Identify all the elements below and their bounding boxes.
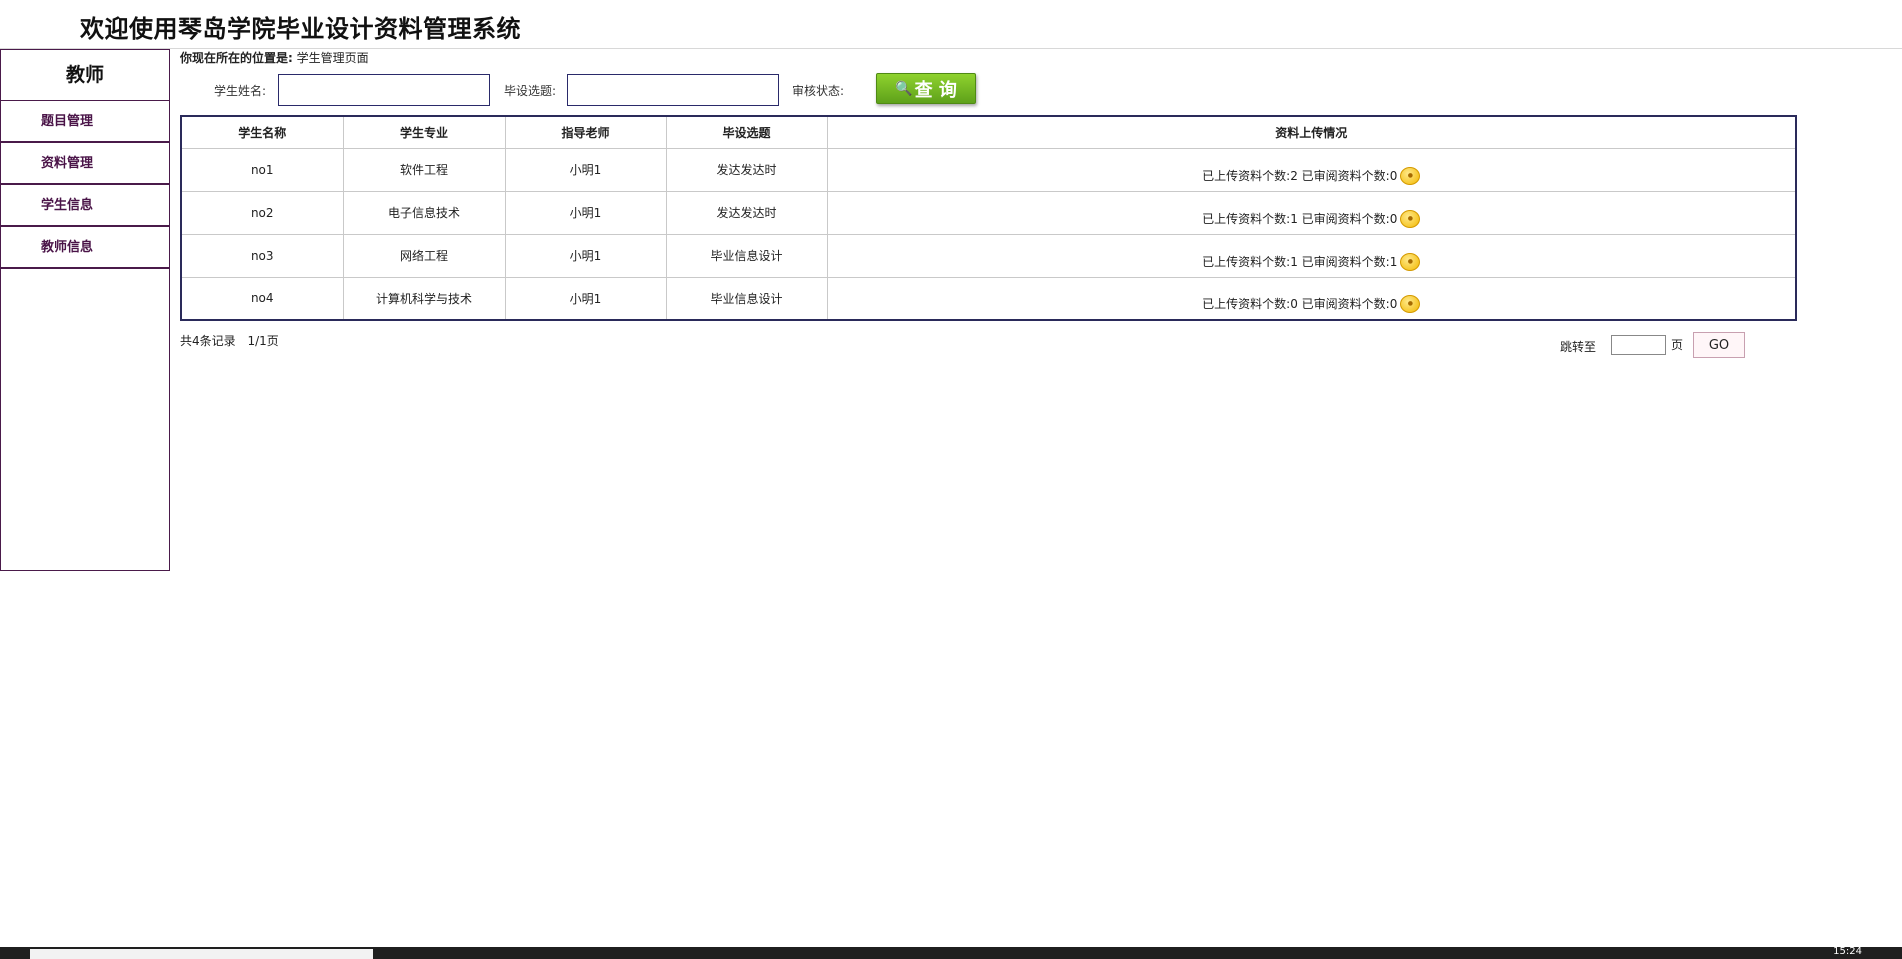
jump-page-input[interactable] — [1611, 335, 1666, 355]
page-unit-label: 页 — [1671, 338, 1684, 352]
upload-status-text: 已上传资料个数:1 已审阅资料个数:0 — [1202, 211, 1398, 226]
taskbar-clock: 15:24 — [1833, 946, 1862, 957]
coin-icon[interactable]: ● — [1400, 209, 1421, 228]
cell-student-major: 网络工程 — [342, 233, 506, 278]
jump-label: 跳转至 — [1560, 340, 1597, 354]
cell-teacher: 小明1 — [504, 147, 667, 192]
cell-upload-status: 已上传资料个数:1 已审阅资料个数:1 ● — [826, 233, 1797, 278]
upload-status-text: 已上传资料个数:0 已审阅资料个数:0 — [1202, 297, 1398, 311]
cell-student-name: no4 — [180, 276, 344, 321]
upload-status-text: 已上传资料个数:2 已审阅资料个数:0 — [1202, 168, 1398, 183]
table-row: no1 软件工程 小明1 发达发达时 已上传资料个数:2 已审阅资料个数:0 ● — [180, 147, 1797, 192]
col-header-topic: 毕设选题 — [665, 115, 828, 149]
cell-topic: 发达发达时 — [665, 190, 828, 235]
col-header-upload-status: 资料上传情况 — [826, 115, 1797, 149]
upload-status-text: 已上传资料个数:1 已审阅资料个数:1 — [1202, 254, 1398, 269]
table-header-row: 学生名称 学生专业 指导老师 毕设选题 资料上传情况 — [180, 115, 1797, 149]
cell-teacher: 小明1 — [504, 276, 667, 321]
student-name-label: 学生姓名: — [214, 84, 267, 98]
page-indicator: 1/1页 — [247, 334, 279, 348]
cell-teacher: 小明1 — [504, 190, 667, 235]
sidebar-item-material-management[interactable]: 资料管理 — [1, 143, 169, 185]
col-header-student-name: 学生名称 — [180, 115, 344, 149]
topic-label: 毕设选题: — [504, 84, 557, 98]
cell-upload-status: 已上传资料个数:2 已审阅资料个数:0 ● — [826, 147, 1797, 192]
query-button[interactable]: 🔍 查 询 — [876, 73, 976, 104]
go-button[interactable]: GO — [1693, 332, 1745, 358]
cell-topic: 毕业信息设计 — [665, 276, 828, 321]
cell-student-major: 计算机科学与技术 — [342, 276, 506, 321]
sidebar: 教师 题目管理 资料管理 学生信息 教师信息 — [0, 49, 170, 571]
col-header-teacher: 指导老师 — [504, 115, 667, 149]
col-header-student-major: 学生专业 — [342, 115, 506, 149]
cell-upload-status: 已上传资料个数:1 已审阅资料个数:0 ● — [826, 190, 1797, 235]
page-title: 欢迎使用琴岛学院毕业设计资料管理系统 — [80, 15, 521, 43]
sidebar-item-topic-management[interactable]: 题目管理 — [1, 101, 169, 143]
coin-icon[interactable]: ● — [1400, 252, 1421, 271]
magnifier-icon: 🔍 — [895, 80, 913, 97]
pager-info: 共4条记录 1/1页 — [180, 332, 287, 349]
coin-icon[interactable]: ● — [1400, 295, 1421, 313]
app-header: 欢迎使用琴岛学院毕业设计资料管理系统 — [0, 0, 1902, 49]
sidebar-heading: 教师 — [1, 50, 169, 101]
student-table: 学生名称 学生专业 指导老师 毕设选题 资料上传情况 no1 软件工程 小明1 … — [180, 115, 1797, 321]
cell-upload-status: 已上传资料个数:0 已审阅资料个数:0 ● — [826, 276, 1797, 321]
table-row: no3 网络工程 小明1 毕业信息设计 已上传资料个数:1 已审阅资料个数:1 ● — [180, 233, 1797, 278]
cell-student-name: no1 — [180, 147, 344, 192]
cell-student-major: 软件工程 — [342, 147, 506, 192]
student-name-input[interactable] — [278, 74, 490, 106]
cell-topic: 发达发达时 — [665, 147, 828, 192]
taskbar-search-box[interactable] — [30, 949, 373, 959]
cell-topic: 毕业信息设计 — [665, 233, 828, 278]
sidebar-item-student-info[interactable]: 学生信息 — [1, 185, 169, 227]
topic-input[interactable] — [567, 74, 779, 106]
coin-icon[interactable]: ● — [1400, 166, 1421, 185]
table-row: no4 计算机科学与技术 小明1 毕业信息设计 已上传资料个数:0 已审阅资料个… — [180, 276, 1797, 321]
taskbar: 15:24 — [0, 946, 1902, 959]
query-button-label: 查 询 — [914, 79, 957, 101]
table-row: no2 电子信息技术 小明1 发达发达时 已上传资料个数:1 已审阅资料个数:0… — [180, 190, 1797, 235]
breadcrumb-value: 学生管理页面 — [292, 51, 369, 65]
total-records: 共4条记录 — [180, 334, 236, 348]
breadcrumb: 你现在所在的位置是: 学生管理页面 — [180, 49, 369, 67]
breadcrumb-label: 你现在所在的位置是: — [180, 51, 293, 65]
cell-student-major: 电子信息技术 — [342, 190, 506, 235]
cell-teacher: 小明1 — [504, 233, 667, 278]
search-bar: 学生姓名: 毕设选题: 审核状态: 🔍 查 询 — [180, 73, 1800, 107]
cell-student-name: no3 — [180, 233, 344, 278]
sidebar-item-teacher-info[interactable]: 教师信息 — [1, 227, 169, 269]
cell-student-name: no2 — [180, 190, 344, 235]
status-label: 审核状态: — [792, 84, 845, 98]
